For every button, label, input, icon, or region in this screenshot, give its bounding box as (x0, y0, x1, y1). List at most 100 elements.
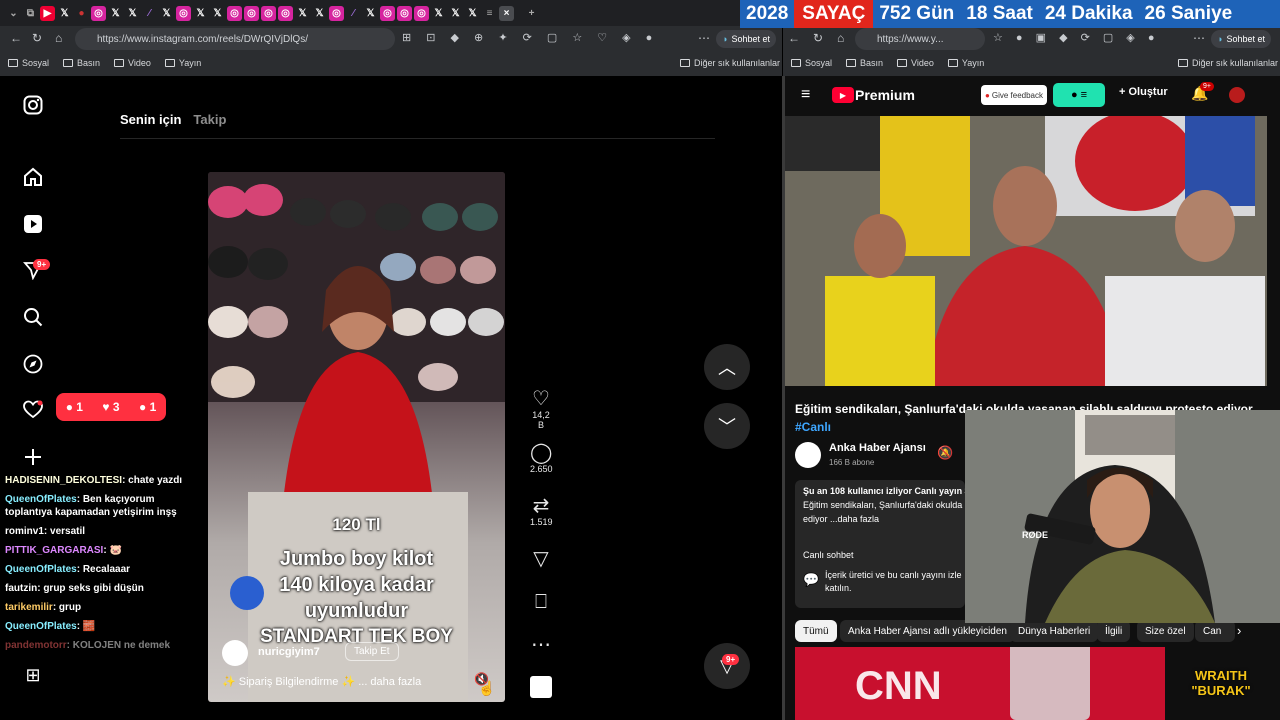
address-bar[interactable]: https://www.y... (855, 28, 985, 50)
more-action[interactable]: ⋯ (530, 634, 552, 656)
other-bookmarks[interactable]: Diğer sık kullanılanlar (680, 55, 780, 71)
tab-menu-icon[interactable]: ⌄ (6, 6, 21, 21)
reel-video[interactable]: 120 Tl Jumbo boy kilot 140 kiloya kadar … (208, 172, 505, 702)
toolbar-extension-icons[interactable]: ☆ ● ▣ ◆ ⟳ ▢ ◈ ● (993, 31, 1159, 44)
tab-x-icon[interactable]: 𝕏 (465, 6, 480, 21)
reload-icon[interactable]: ↻ (813, 31, 823, 45)
next-reel-button[interactable]: ﹀ (704, 403, 750, 449)
tab-x-icon[interactable]: 𝕏 (108, 6, 123, 21)
repost-action[interactable]: ⇄ 1.519 (530, 495, 553, 527)
channel-avatar[interactable] (795, 442, 821, 468)
tab-x-icon[interactable]: 𝕏 (431, 6, 446, 21)
tab-x-icon[interactable]: 𝕏 (57, 6, 72, 21)
tab-instagram-icon[interactable]: ◎ (380, 5, 395, 21)
avatar[interactable] (222, 640, 248, 666)
hamburger-menu-icon[interactable]: ≡ (801, 86, 810, 104)
tab-instagram-icon[interactable]: ◎ (227, 5, 242, 21)
chevron-right-icon[interactable]: › (1237, 623, 1241, 638)
tab-instagram-icon[interactable]: ◎ (244, 5, 259, 21)
reel-caption[interactable]: ✨ Sipariş Bilgilendirme ✨ ... daha fazla (222, 675, 421, 688)
tab-x-icon[interactable]: 𝕏 (125, 6, 140, 21)
tab-for-you[interactable]: Senin için (120, 112, 181, 127)
chip-for-you[interactable]: Size özel (1137, 620, 1194, 642)
more-grid-icon[interactable]: ⊞ (22, 664, 44, 686)
instagram-logo-icon[interactable] (22, 94, 44, 116)
tab-x-icon[interactable]: 𝕏 (363, 6, 378, 21)
other-bookmarks[interactable]: Diğer sık kullanılanlar (1178, 55, 1278, 71)
home-icon[interactable]: ⌂ (837, 31, 844, 45)
address-bar[interactable]: https://www.instagram.com/reels/DWrQIVjD… (75, 28, 395, 50)
tab-instagram-icon[interactable]: ◎ (329, 5, 344, 21)
activity-notification-pill[interactable]: ● 1 ♥ 3 ● 1 (56, 393, 166, 421)
create-plus-icon[interactable] (22, 446, 44, 468)
tab-instagram-icon[interactable]: ◎ (261, 5, 276, 21)
give-feedback-button[interactable]: ● Give feedback (981, 85, 1047, 105)
reel-username[interactable]: nuricgiyim7 (258, 646, 320, 658)
tabs-divider (120, 138, 715, 139)
bookmark-sosyal[interactable]: Sosyal (8, 58, 49, 68)
tab-instagram-icon[interactable]: ◎ (414, 5, 429, 21)
chip-more[interactable]: Can (1195, 620, 1235, 642)
tab-actions-icon[interactable]: ⧉ (23, 6, 38, 21)
create-button[interactable]: + Oluştur (1119, 86, 1168, 98)
youtube-video-player[interactable] (785, 116, 1267, 386)
extension-button[interactable]: ● ≡ (1053, 83, 1105, 107)
tab-x-icon[interactable]: 𝕏 (193, 6, 208, 21)
share-action[interactable]: ▽ (530, 548, 552, 570)
back-icon[interactable]: ← (10, 31, 22, 45)
save-action[interactable]: ⎕ (530, 591, 552, 613)
search-icon[interactable] (22, 306, 44, 328)
chip-related[interactable]: İlgili (1097, 620, 1131, 642)
chip-all[interactable]: Tümü (795, 620, 837, 642)
account-avatar[interactable] (1229, 87, 1245, 103)
home-icon[interactable]: ⌂ (55, 31, 62, 45)
new-tab-icon[interactable]: + (524, 6, 539, 21)
notifications-heart-icon[interactable] (22, 399, 44, 421)
tab-instagram-icon[interactable]: ◎ (176, 5, 191, 21)
tab-generic-icon[interactable]: ⁄ (346, 6, 361, 21)
copilot-button[interactable]: ◑ Sohbet et (716, 30, 776, 48)
tab-generic-icon[interactable]: ● (74, 6, 89, 21)
tab-instagram-icon[interactable]: ◎ (91, 5, 106, 21)
bookmark-video[interactable]: Video (897, 58, 934, 68)
tab-instagram-icon[interactable]: ◎ (278, 5, 293, 21)
bookmark-video[interactable]: Video (114, 58, 151, 68)
explore-icon[interactable] (22, 353, 44, 375)
bookmark-yayin[interactable]: Yayın (947, 58, 984, 68)
bookmark-basin[interactable]: Basın (63, 58, 100, 68)
bell-off-icon[interactable]: 🔕 (937, 445, 953, 461)
tab-x-icon[interactable]: 𝕏 (312, 6, 327, 21)
copilot-button[interactable]: ◑ Sohbet et (1211, 30, 1271, 48)
audio-thumbnail[interactable] (530, 676, 552, 698)
messages-fab[interactable]: ▽ (704, 643, 750, 689)
chip-world-news[interactable]: Dünya Haberleri (1010, 620, 1099, 642)
like-action[interactable]: ♡ 14,2 B (530, 388, 552, 430)
tab-x-icon[interactable]: 𝕏 (210, 6, 225, 21)
tab-list-icon[interactable]: ≡ (482, 6, 497, 21)
tab-x-icon[interactable]: 𝕏 (448, 6, 463, 21)
chip-uploader[interactable]: Anka Haber Ajansı adlı yükleyiciden (840, 620, 1015, 642)
tab-x-icon[interactable]: 𝕏 (295, 6, 310, 21)
bookmark-yayin[interactable]: Yayın (164, 58, 201, 68)
channel-name[interactable]: Anka Haber Ajansı (829, 442, 926, 454)
tab-close-icon[interactable]: × (499, 5, 514, 21)
back-icon[interactable]: ← (788, 31, 800, 45)
tab-youtube-icon[interactable]: ▶ (40, 5, 55, 21)
follow-button[interactable]: Takip Et (345, 642, 399, 661)
tab-instagram-icon[interactable]: ◎ (397, 5, 412, 21)
previous-reel-button[interactable]: ︿ (704, 344, 750, 390)
live-hashtag[interactable]: #Canlı (795, 420, 831, 434)
youtube-logo-icon[interactable]: ▶ (832, 87, 854, 103)
more-menu-icon[interactable]: ⋯ (698, 31, 710, 45)
tab-following[interactable]: Takip (193, 112, 226, 127)
bookmark-basin[interactable]: Basın (846, 58, 883, 68)
more-menu-icon[interactable]: ⋯ (1193, 31, 1205, 45)
comment-action[interactable]: ◯ 2.650 (530, 442, 553, 474)
reload-icon[interactable]: ↻ (32, 31, 42, 45)
toolbar-extension-icons[interactable]: ⊞ ⊡ ◆ ⊕ ✦ ⟳ ▢ ☆ ♡ ◈ ● (402, 31, 658, 44)
tab-x-icon[interactable]: 𝕏 (159, 6, 174, 21)
home-icon[interactable] (22, 166, 44, 188)
reels-icon[interactable] (22, 213, 44, 235)
tab-generic-icon[interactable]: ⁄ (142, 6, 157, 21)
bookmark-sosyal[interactable]: Sosyal (791, 58, 832, 68)
